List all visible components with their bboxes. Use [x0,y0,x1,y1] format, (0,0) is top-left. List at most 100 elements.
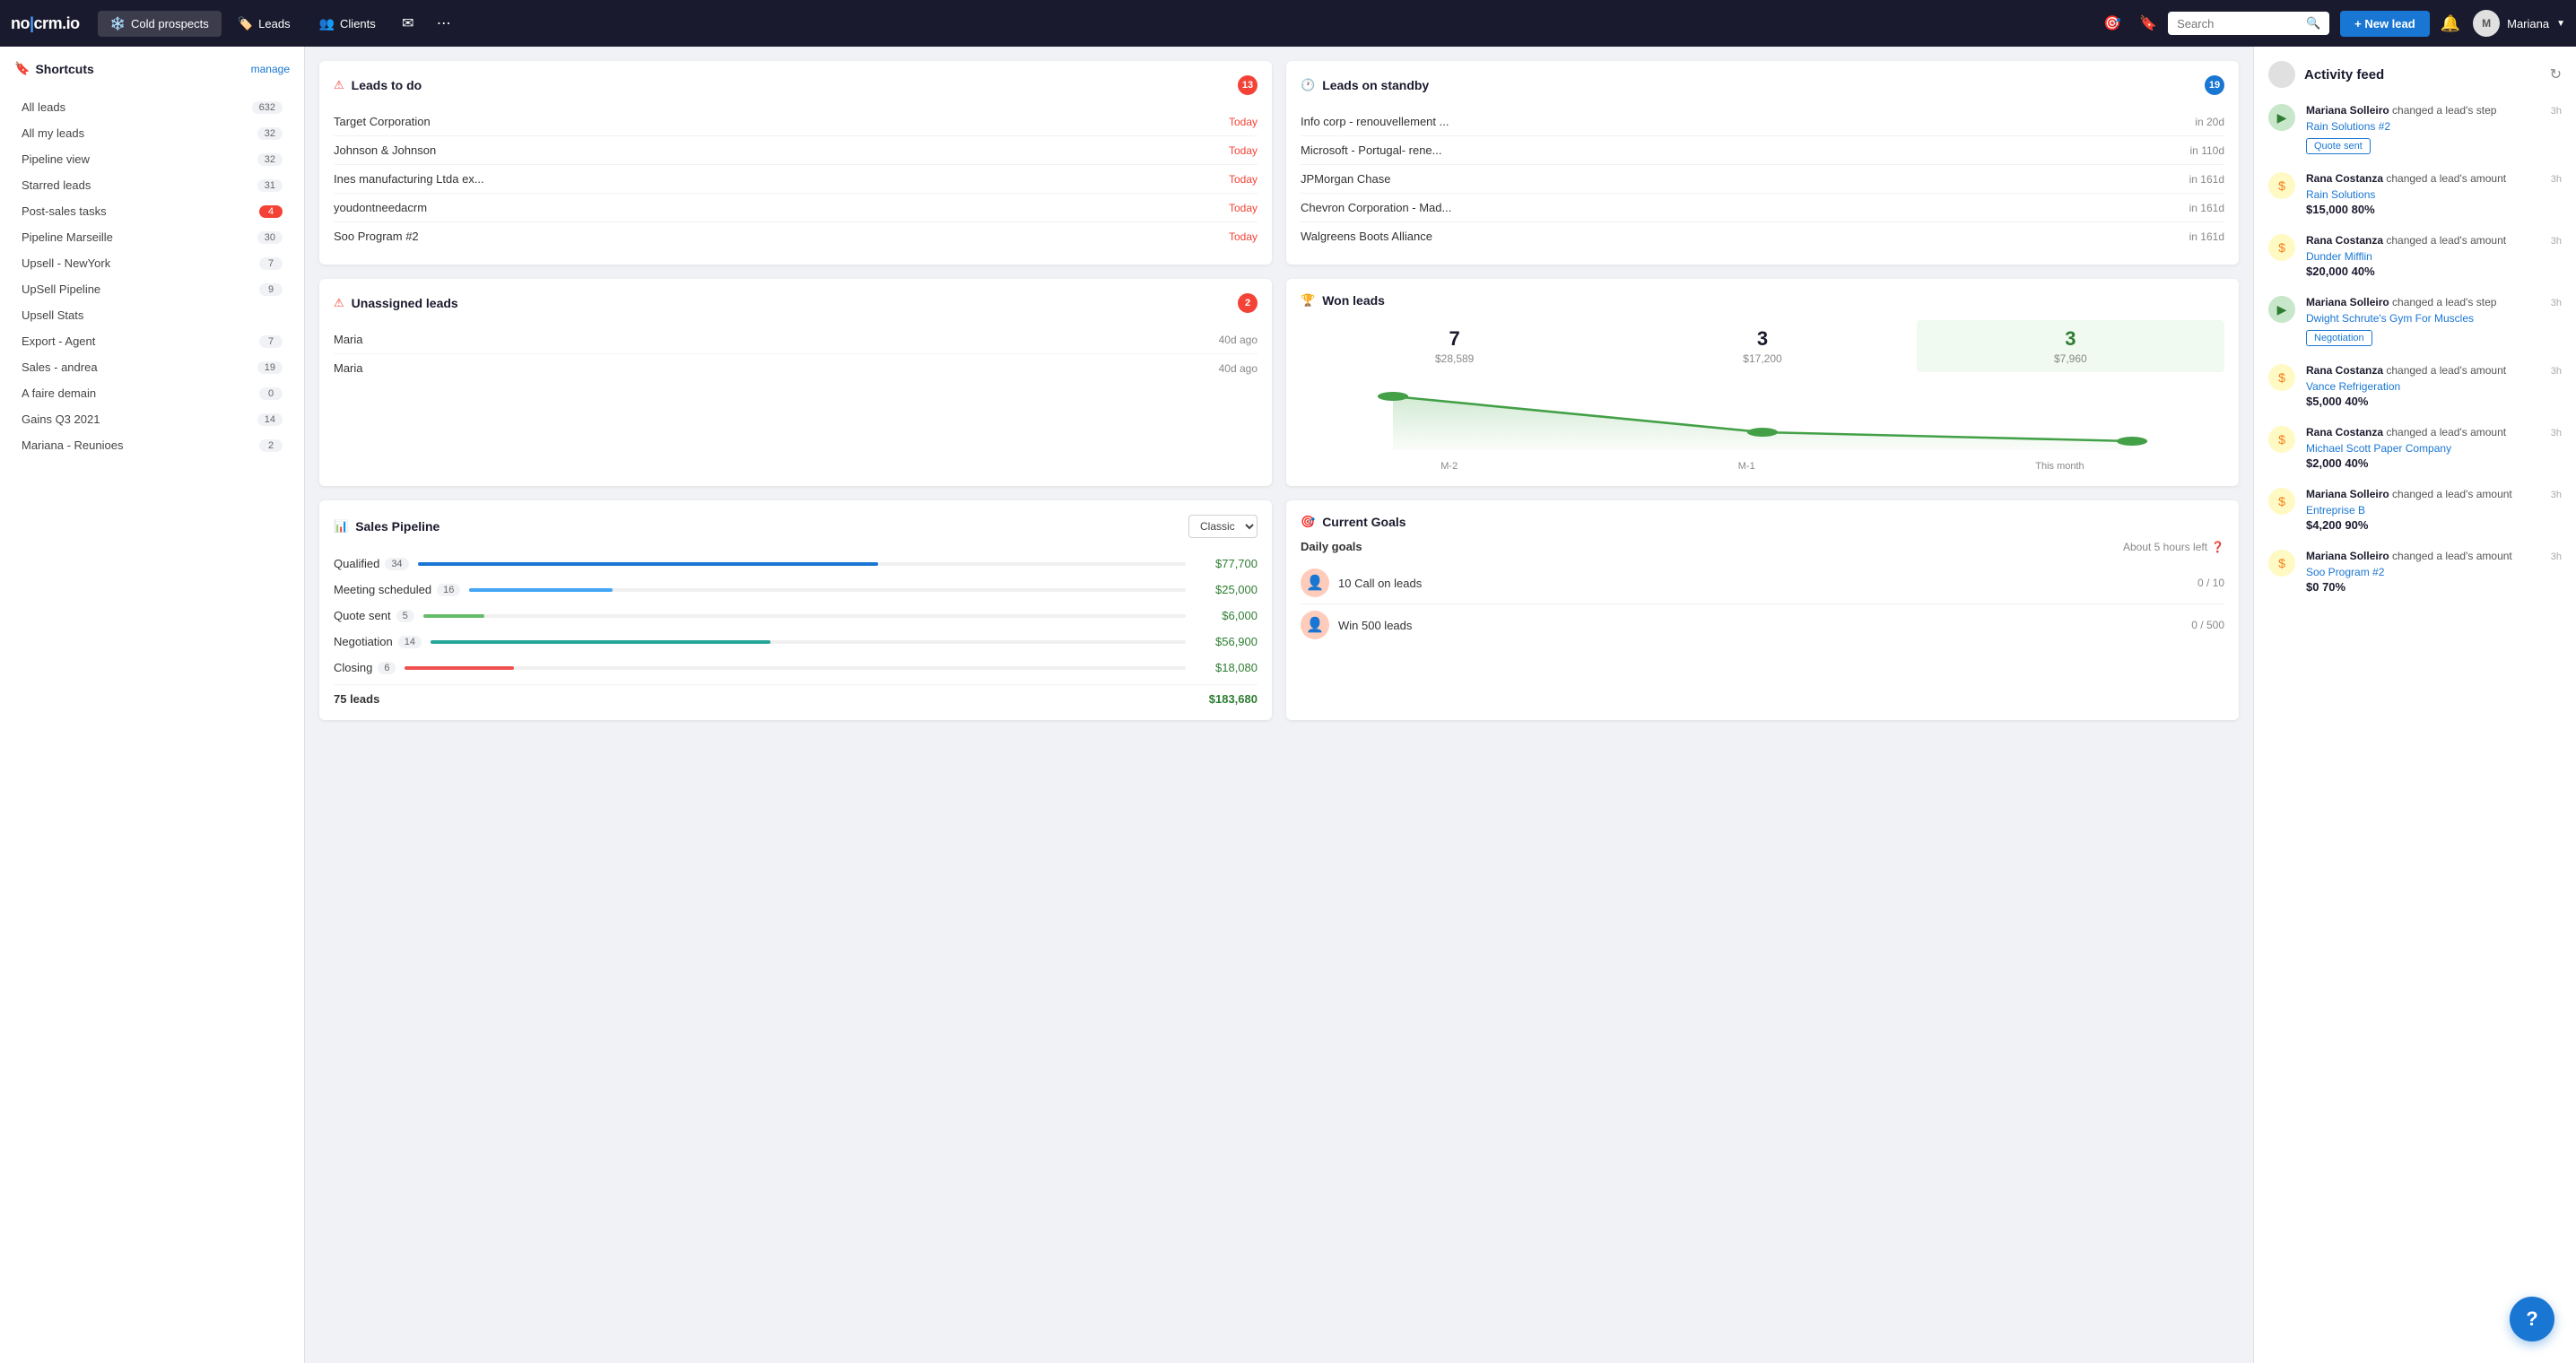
unassigned-list: Maria 40d ago Maria 40d ago [334,326,1258,382]
nav-tab-clients[interactable]: 👥 Clients [307,11,388,37]
leads-on-standby-header: 🕐 Leads on standby 19 [1301,75,2224,95]
won-stat: 3 $17,200 [1608,320,1916,372]
time-left: About 5 hours left ❓ [2123,541,2224,553]
target-icon-button[interactable]: 🎯 [2096,7,2128,39]
app-logo[interactable]: no|crm.io [11,14,80,33]
sidebar-item-starred-leads[interactable]: Starred leads 31 [14,172,290,198]
sidebar-item-sales---andrea[interactable]: Sales - andrea 19 [14,354,290,380]
lead-row[interactable]: Microsoft - Portugal- rene... in 110d [1301,136,2224,165]
pipeline-header: 📊 Sales Pipeline Classic [334,515,1258,538]
bookmark-icon-button[interactable]: 🔖 [2132,7,2164,39]
lead-row[interactable]: youdontneedacrm Today [334,194,1258,222]
lead-row[interactable]: Walgreens Boots Alliance in 161d [1301,222,2224,250]
nav-tab-cold-prospects[interactable]: ❄️ Cold prospects [98,11,222,37]
sidebar-item-export---agent[interactable]: Export - Agent 7 [14,328,290,354]
sidebar-item-upsell-pipeline[interactable]: UpSell Pipeline 9 [14,276,290,302]
chevron-down-icon: ▼ [2556,19,2565,29]
activity-time: 3h [2551,236,2562,278]
leads-to-do-header: ⚠ Leads to do 13 [334,75,1258,95]
unassigned-icon: ⚠ [334,296,344,310]
won-chart [1301,383,2224,455]
pipeline-bar [469,588,613,592]
won-chart-labels: M-2 M-1 This month [1301,461,2224,472]
lead-row[interactable]: Maria 40d ago [334,326,1258,354]
activity-panel: Activity feed ↻ ▶ Mariana Solleiro chang… [2253,47,2576,1363]
activity-time: 3h [2551,490,2562,532]
activity-type-icon: ▶ [2268,104,2295,131]
activity-amount: $20,000 40% [2306,265,2540,278]
pipeline-row[interactable]: Qualified 34 $77,700 [334,551,1258,577]
sidebar-item-gains-q3-2021[interactable]: Gains Q3 2021 14 [14,406,290,432]
lead-row[interactable]: Target Corporation Today [334,108,1258,136]
activity-type-icon: $ [2268,426,2295,453]
activity-item: $ Rana Costanza changed a lead's amount … [2268,170,2562,216]
pipeline-bar-wrap [418,562,1186,566]
leads-to-do-icon: ⚠ [334,78,344,92]
activity-amount: $15,000 80% [2306,203,2540,216]
sidebar-item-all-leads[interactable]: All leads 632 [14,94,290,120]
manage-link[interactable]: manage [251,63,290,75]
help-bubble[interactable]: ? [2510,1297,2554,1341]
pipeline-bar [405,666,514,670]
more-icon-button[interactable]: ⋯ [428,7,460,39]
sidebar-item-upsell---newyork[interactable]: Upsell - NewYork 7 [14,250,290,276]
pipeline-bar [418,562,879,566]
pipeline-bar [423,614,484,618]
sales-pipeline-card: 📊 Sales Pipeline Classic Qualified 34 $7… [319,500,1272,720]
lead-row[interactable]: Info corp - renouvellement ... in 20d [1301,108,2224,136]
lead-row[interactable]: Johnson & Johnson Today [334,136,1258,165]
new-lead-button[interactable]: + New lead [2340,11,2430,37]
bottom-cards-row: 📊 Sales Pipeline Classic Qualified 34 $7… [319,500,2239,720]
sidebar-item-a-faire-demain[interactable]: A faire demain 0 [14,380,290,406]
sidebar-item-pipeline-marseille[interactable]: Pipeline Marseille 30 [14,224,290,250]
leads-to-do-badge: 13 [1238,75,1258,95]
pipeline-bar-wrap [405,666,1186,670]
sidebar-item-mariana---reunioes[interactable]: Mariana - Reunioes 2 [14,432,290,458]
sidebar-item-upsell-stats[interactable]: Upsell Stats [14,302,290,328]
main-layout: 🔖 Shortcuts manage All leads 632 All my … [0,47,2576,1363]
pipeline-row[interactable]: Quote sent 5 $6,000 [334,603,1258,629]
activity-type-icon: $ [2268,364,2295,391]
email-icon-button[interactable]: ✉ [392,7,424,39]
nav-tab-leads[interactable]: 🏷️ Leads [225,11,303,37]
activity-item: $ Mariana Solleiro changed a lead's amou… [2268,548,2562,594]
activity-type-icon: $ [2268,550,2295,577]
lead-row[interactable]: Soo Program #2 Today [334,222,1258,250]
notification-bell-icon[interactable]: 🔔 [2441,14,2460,33]
pipeline-row[interactable]: Closing 6 $18,080 [334,655,1258,681]
activity-amount: $5,000 40% [2306,395,2540,408]
help-circle-icon: ❓ [2211,541,2224,553]
search-input[interactable] [2177,17,2301,30]
lead-row[interactable]: Chevron Corporation - Mad... in 161d [1301,194,2224,222]
lead-row[interactable]: Ines manufacturing Ltda ex... Today [334,165,1258,194]
unassigned-badge: 2 [1238,293,1258,313]
activity-amount: $4,200 90% [2306,518,2540,532]
goal-row[interactable]: 👤 10 Call on leads 0 / 10 [1301,562,2224,604]
pipeline-select[interactable]: Classic [1188,515,1258,538]
top-navigation: no|crm.io ❄️ Cold prospects 🏷️ Leads 👥 C… [0,0,2576,47]
activity-content: Rana Costanza changed a lead's amount Va… [2306,362,2540,408]
goal-avatar: 👤 [1301,569,1329,597]
sidebar-item-pipeline-view[interactable]: Pipeline view 32 [14,146,290,172]
activity-amount: $2,000 40% [2306,456,2540,470]
activity-time: 3h [2551,298,2562,346]
sidebar-items-list: All leads 632 All my leads 32 Pipeline v… [14,94,290,458]
activity-avatar [2268,61,2295,88]
unassigned-header: ⚠ Unassigned leads 2 [334,293,1258,313]
pipeline-stages: Qualified 34 $77,700 Meeting scheduled 1… [334,551,1258,681]
leads-on-standby-badge: 19 [2205,75,2224,95]
search-icon: 🔍 [2306,16,2320,30]
sidebar-item-all-my-leads[interactable]: All my leads 32 [14,120,290,146]
lead-row[interactable]: Maria 40d ago [334,354,1258,382]
lead-row[interactable]: JPMorgan Chase in 161d [1301,165,2224,194]
activity-tag: Quote sent [2306,138,2371,154]
user-menu[interactable]: M Mariana ▼ [2473,10,2565,37]
refresh-icon[interactable]: ↻ [2550,65,2562,83]
pipeline-row[interactable]: Meeting scheduled 16 $25,000 [334,577,1258,603]
pipeline-bar-wrap [431,640,1186,644]
goal-row[interactable]: 👤 Win 500 leads 0 / 500 [1301,604,2224,646]
avatar: M [2473,10,2500,37]
sidebar-item-post-sales-tasks[interactable]: Post-sales tasks 4 [14,198,290,224]
leads-on-standby-card: 🕐 Leads on standby 19 Info corp - renouv… [1286,61,2239,265]
pipeline-row[interactable]: Negotiation 14 $56,900 [334,629,1258,655]
